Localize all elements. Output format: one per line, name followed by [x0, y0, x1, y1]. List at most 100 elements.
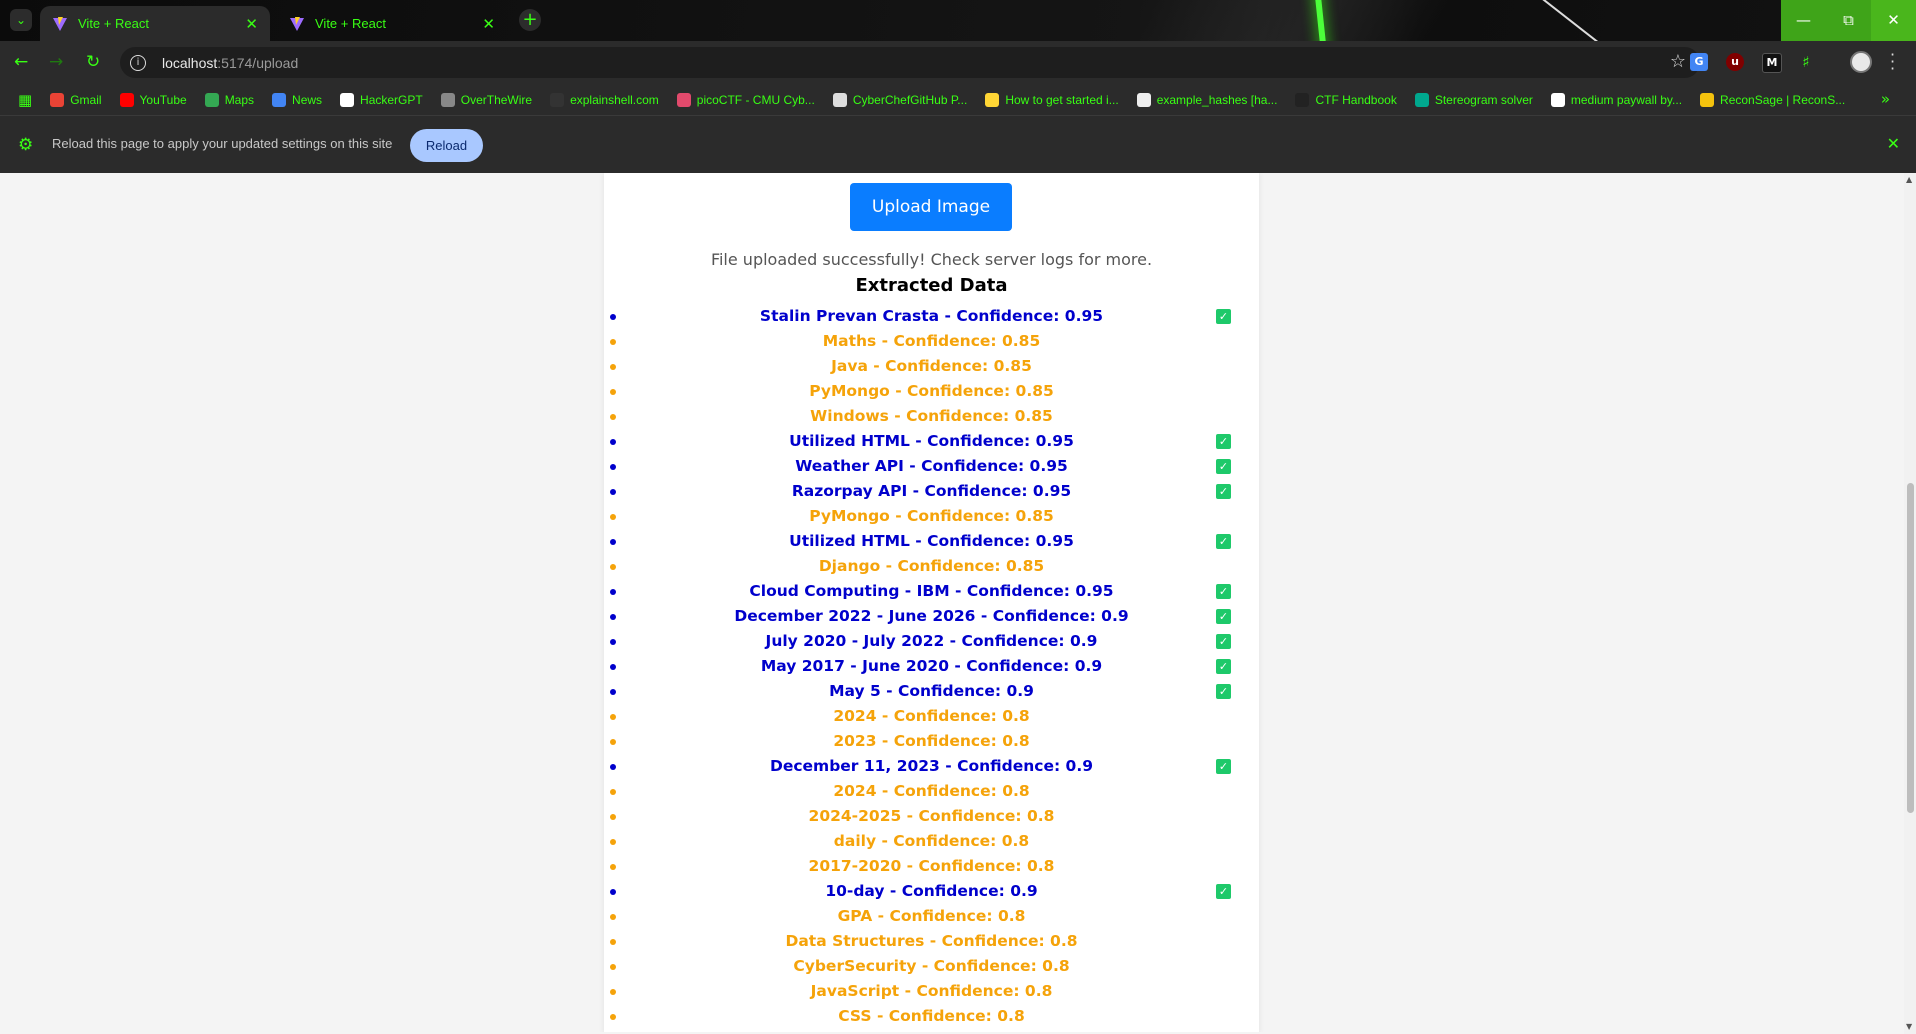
reconsage-icon [1700, 92, 1715, 107]
url-text[interactable]: localhost:5174/upload [162, 55, 298, 71]
google-translate-icon[interactable]: G [1690, 53, 1708, 71]
item-text: Stalin Prevan Crasta - Confidence: 0.95 [759, 307, 1104, 325]
checkbox-checked-icon[interactable]: ✓ [1216, 459, 1231, 474]
tab-vite-react[interactable]: Vite + React ✕ [277, 6, 507, 41]
upload-card: Upload Image File uploaded successfully!… [604, 173, 1259, 1032]
item-text: JavaScript - Confidence: 0.8 [810, 982, 1053, 1000]
checkbox-checked-icon[interactable]: ✓ [1216, 309, 1231, 324]
reload-infobar: ⚙ Reload this page to apply your updated… [0, 115, 1916, 173]
list-item: Data Structures - Confidence: 0.8 [604, 929, 1259, 954]
bullet-icon [610, 914, 616, 920]
checkbox-checked-icon[interactable]: ✓ [1216, 584, 1231, 599]
scroll-up-icon[interactable]: ▲ [1906, 175, 1912, 184]
bookmark-item[interactable]: YouTube [119, 92, 187, 107]
upload-status: File uploaded successfully! Check server… [710, 250, 1153, 269]
bullet-icon [610, 364, 616, 370]
close-window-icon[interactable]: ✕ [1871, 0, 1916, 41]
bookmark-item[interactable]: How to get started i... [985, 92, 1119, 107]
checkbox-checked-icon[interactable]: ✓ [1216, 634, 1231, 649]
checkbox-checked-icon[interactable]: ✓ [1216, 484, 1231, 499]
new-tab-button[interactable]: + [519, 9, 541, 31]
checkbox-checked-icon[interactable]: ✓ [1216, 659, 1231, 674]
bullet-icon [610, 439, 616, 445]
bookmark-label: CyberChefGitHub P... [852, 92, 968, 107]
item-text: 2024 - Confidence: 0.8 [833, 782, 1030, 800]
scroll-down-icon[interactable]: ▼ [1906, 1022, 1912, 1031]
checkbox-checked-icon[interactable]: ✓ [1216, 609, 1231, 624]
bookmark-item[interactable]: News [272, 92, 322, 107]
bullet-icon [610, 314, 616, 320]
maps-icon [204, 92, 219, 107]
news-icon [272, 92, 287, 107]
close-tab-icon[interactable]: ✕ [482, 15, 495, 33]
bullet-icon [610, 764, 616, 770]
reload-icon[interactable]: ↻ [86, 52, 100, 72]
bullet-icon [610, 689, 616, 695]
bookmark-item[interactable]: explainshell.com [550, 92, 659, 107]
tab-search-icon[interactable]: ⌄ [10, 9, 32, 31]
list-item: 10-day - Confidence: 0.9 ✓ [604, 879, 1259, 904]
bookmark-item[interactable]: Maps [204, 92, 254, 107]
item-text: Maths - Confidence: 0.85 [822, 332, 1041, 350]
item-text: 2017-2020 - Confidence: 0.8 [808, 857, 1055, 875]
bullet-icon [610, 564, 616, 570]
bookmark-label: Gmail [70, 92, 102, 107]
checkbox-checked-icon[interactable]: ✓ [1216, 434, 1231, 449]
address-bar[interactable]: i localhost:5174/upload ☆ [120, 47, 1700, 78]
infobar-message: Reload this page to apply your updated s… [52, 136, 393, 151]
bookmark-item[interactable]: CyberChefGitHub P... [832, 92, 968, 107]
close-tab-icon[interactable]: ✕ [245, 15, 258, 33]
bookmark-item[interactable]: HackerGPT [340, 92, 423, 107]
list-item: May 2017 - June 2020 - Confidence: 0.9 ✓ [604, 654, 1259, 679]
bullet-icon [610, 389, 616, 395]
profile-avatar[interactable] [1850, 51, 1872, 73]
bookmark-label: How to get started i... [1005, 92, 1119, 107]
stereogram-icon [1414, 92, 1429, 107]
ctf-handbook-icon [1295, 92, 1310, 107]
list-item: Django - Confidence: 0.85 [604, 554, 1259, 579]
item-text: CSS - Confidence: 0.8 [838, 1007, 1025, 1025]
reload-button[interactable]: Reload [410, 129, 483, 162]
bookmark-item[interactable]: Gmail [50, 92, 102, 107]
medium-icon [1550, 92, 1565, 107]
ublock-icon[interactable]: u [1726, 53, 1744, 71]
bookmark-item[interactable]: picoCTF - CMU Cyb... [676, 92, 815, 107]
apps-grid-icon[interactable]: ▦ [18, 91, 32, 109]
item-text: Utilized HTML - Confidence: 0.95 [789, 532, 1074, 550]
bookmark-item[interactable]: medium paywall by... [1550, 92, 1682, 107]
bookmark-item[interactable]: example_hashes [ha... [1136, 92, 1277, 107]
minimize-icon[interactable]: — [1781, 0, 1826, 41]
youtube-icon [119, 92, 134, 107]
page-scrollbar[interactable]: ▲ ▼ [1904, 173, 1916, 1034]
tab-vite-react-active[interactable]: Vite + React ✕ [40, 6, 270, 41]
bookmark-item[interactable]: ReconSage | ReconS... [1700, 92, 1845, 107]
checkbox-checked-icon[interactable]: ✓ [1216, 684, 1231, 699]
bookmark-label: Stereogram solver [1434, 92, 1533, 107]
forward-icon[interactable]: → [49, 52, 63, 72]
list-item: PyMongo - Confidence: 0.85 [604, 379, 1259, 404]
back-icon[interactable]: ← [14, 52, 28, 72]
extensions-icon[interactable]: ♯ [1797, 53, 1815, 71]
bookmark-label: picoCTF - CMU Cyb... [696, 92, 815, 107]
list-item: December 2022 - June 2026 - Confidence: … [604, 604, 1259, 629]
bookmark-star-icon[interactable]: ☆ [1670, 51, 1686, 72]
bullet-icon [610, 864, 616, 870]
menu-icon[interactable]: · · · [1890, 47, 1895, 77]
checkbox-checked-icon[interactable]: ✓ [1216, 759, 1231, 774]
bullet-icon [610, 839, 616, 845]
bookmark-item[interactable]: OverTheWire [440, 92, 532, 107]
upload-image-button[interactable]: Upload Image [850, 183, 1012, 231]
restore-icon[interactable]: ⧉ [1826, 0, 1871, 41]
scrollbar-thumb[interactable] [1907, 483, 1914, 813]
checkbox-checked-icon[interactable]: ✓ [1216, 884, 1231, 899]
bookmark-item[interactable]: Stereogram solver [1414, 92, 1533, 107]
vite-icon [53, 16, 67, 31]
bookmark-item[interactable]: CTF Handbook [1295, 92, 1397, 107]
list-item: PyMongo - Confidence: 0.85 [604, 504, 1259, 529]
checkbox-checked-icon[interactable]: ✓ [1216, 534, 1231, 549]
extracted-data-list: Stalin Prevan Crasta - Confidence: 0.95 ✓… [604, 304, 1259, 1029]
site-info-icon[interactable]: i [130, 54, 146, 71]
medium-extension-icon[interactable]: M [1762, 53, 1782, 73]
more-bookmarks-icon[interactable]: » [1881, 90, 1890, 108]
close-infobar-icon[interactable]: ✕ [1887, 134, 1900, 153]
